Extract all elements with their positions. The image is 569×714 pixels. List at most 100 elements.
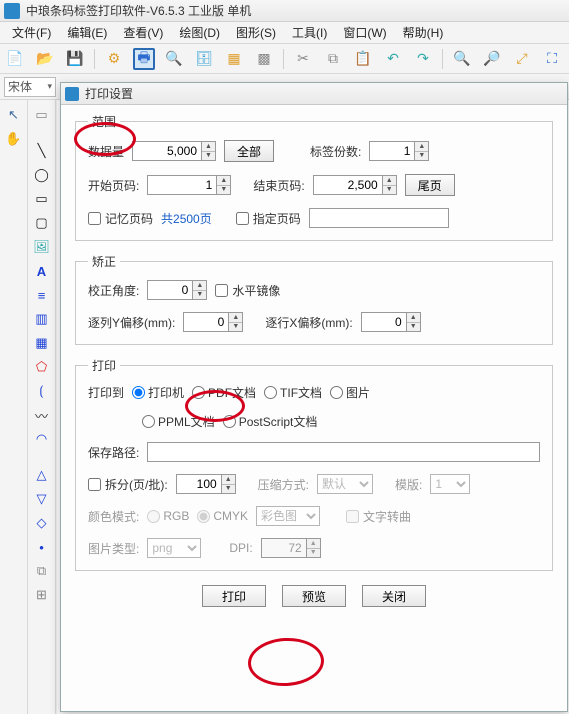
input-start-page[interactable]: ▲▼ bbox=[147, 175, 231, 195]
font-combo[interactable]: 宋体 ▾ bbox=[4, 77, 56, 97]
zoom-out-icon[interactable]: 🔎 bbox=[481, 48, 503, 70]
spin-copies[interactable]: ▲▼ bbox=[415, 141, 429, 161]
copy-icon[interactable]: ⧉ bbox=[322, 48, 344, 70]
radio-ppml-box[interactable] bbox=[142, 415, 155, 428]
zoom-fit-icon[interactable]: ⤢ bbox=[511, 48, 533, 70]
hand-icon[interactable]: ✋ bbox=[3, 128, 25, 150]
image-icon[interactable]: 🖼 bbox=[31, 236, 53, 258]
triangle-up-icon[interactable]: △ bbox=[31, 464, 53, 486]
cut-icon[interactable]: ✂ bbox=[292, 48, 314, 70]
diamond-icon[interactable]: ◇ bbox=[31, 512, 53, 534]
radio-tif-box[interactable] bbox=[264, 386, 277, 399]
chk-remember-page-box[interactable] bbox=[88, 212, 101, 225]
input-split[interactable]: ▲▼ bbox=[176, 474, 236, 494]
triangle-down-icon[interactable]: ▽ bbox=[31, 488, 53, 510]
save-icon[interactable]: 💾 bbox=[64, 48, 86, 70]
chk-assign-page-box[interactable] bbox=[236, 212, 249, 225]
spin-angle[interactable]: ▲▼ bbox=[193, 280, 207, 300]
radio-img[interactable]: 图片 bbox=[330, 384, 370, 401]
button-print[interactable]: 打印 bbox=[202, 585, 266, 607]
page-frame-icon[interactable]: ▭ bbox=[31, 104, 53, 126]
spin-end[interactable]: ▲▼ bbox=[383, 175, 397, 195]
input-end-page-field[interactable] bbox=[313, 175, 383, 195]
redo-icon[interactable]: ↷ bbox=[412, 48, 434, 70]
line-icon[interactable]: ╲ bbox=[31, 140, 53, 162]
input-end-page[interactable]: ▲▼ bbox=[313, 175, 397, 195]
menu-window[interactable]: 窗口(W) bbox=[335, 22, 394, 43]
input-rowoff-field[interactable] bbox=[361, 312, 407, 332]
chk-hflip-box[interactable] bbox=[215, 284, 228, 297]
radio-tif[interactable]: TIF文档 bbox=[264, 384, 322, 401]
input-angle[interactable]: ▲▼ bbox=[147, 280, 207, 300]
menu-shape[interactable]: 图形(S) bbox=[228, 22, 284, 43]
lock-icon[interactable]: ⊞ bbox=[31, 584, 53, 606]
dialog-titlebar[interactable]: 打印设置 bbox=[61, 83, 567, 105]
ellipse-icon[interactable]: ◯ bbox=[31, 164, 53, 186]
radio-printer[interactable]: 打印机 bbox=[132, 384, 184, 401]
spin-coloff[interactable]: ▲▼ bbox=[229, 312, 243, 332]
button-all[interactable]: 全部 bbox=[224, 140, 274, 162]
rect-icon[interactable]: ▭ bbox=[31, 188, 53, 210]
input-copies[interactable]: ▲▼ bbox=[369, 141, 429, 161]
pointer-icon[interactable]: ↖ bbox=[3, 104, 25, 126]
bracket-icon[interactable]: ⟮ bbox=[31, 380, 53, 402]
input-rowoff[interactable]: ▲▼ bbox=[361, 312, 421, 332]
undo-icon[interactable]: ↶ bbox=[382, 48, 404, 70]
print-icon[interactable]: 🖶 bbox=[133, 48, 155, 70]
batch-icon[interactable]: ▦ bbox=[223, 48, 245, 70]
curve-icon[interactable]: 〰 bbox=[31, 404, 53, 426]
menu-file[interactable]: 文件(F) bbox=[4, 22, 59, 43]
input-coloff-field[interactable] bbox=[183, 312, 229, 332]
qrcode-icon[interactable]: ▦ bbox=[31, 332, 53, 354]
preview-icon[interactable]: 🔍 bbox=[163, 48, 185, 70]
input-copies-field[interactable] bbox=[369, 141, 415, 161]
button-tail[interactable]: 尾页 bbox=[405, 174, 455, 196]
input-start-page-field[interactable] bbox=[147, 175, 217, 195]
polygon-icon[interactable]: ⬠ bbox=[31, 356, 53, 378]
input-assign-page[interactable] bbox=[309, 208, 449, 228]
radio-img-box[interactable] bbox=[330, 386, 343, 399]
radio-ps[interactable]: PostScript文档 bbox=[223, 413, 318, 430]
spin-split[interactable]: ▲▼ bbox=[222, 474, 236, 494]
group-icon[interactable]: ⧉ bbox=[31, 560, 53, 582]
new-icon[interactable]: 📄 bbox=[4, 48, 26, 70]
menu-help[interactable]: 帮助(H) bbox=[395, 22, 452, 43]
round-rect-icon[interactable]: ▢ bbox=[31, 212, 53, 234]
input-coloff[interactable]: ▲▼ bbox=[183, 312, 243, 332]
chk-split[interactable]: 拆分(页/批): bbox=[88, 476, 168, 493]
open-icon[interactable]: 📂 bbox=[34, 48, 56, 70]
paste-icon[interactable]: 📋 bbox=[352, 48, 374, 70]
text-a-icon[interactable]: A bbox=[31, 260, 53, 282]
spin-data-qty[interactable]: ▲▼ bbox=[202, 141, 216, 161]
radio-ppml[interactable]: PPML文档 bbox=[142, 413, 215, 430]
radio-pdf[interactable]: PDF文档 bbox=[192, 384, 256, 401]
database-icon[interactable]: 🗄 bbox=[193, 48, 215, 70]
chk-assign-page[interactable]: 指定页码 bbox=[236, 210, 301, 227]
chk-hflip[interactable]: 水平镜像 bbox=[215, 282, 280, 299]
radio-ps-box[interactable] bbox=[223, 415, 236, 428]
paragraph-icon[interactable]: ≡ bbox=[31, 284, 53, 306]
menu-view[interactable]: 查看(V) bbox=[115, 22, 171, 43]
gear-icon[interactable]: ⚙ bbox=[103, 48, 125, 70]
radio-printer-box[interactable] bbox=[132, 386, 145, 399]
zoom-all-icon[interactable]: ⛶ bbox=[541, 48, 563, 70]
chk-split-box[interactable] bbox=[88, 478, 101, 491]
spin-rowoff[interactable]: ▲▼ bbox=[407, 312, 421, 332]
menu-draw[interactable]: 绘图(D) bbox=[171, 22, 228, 43]
barcode-icon[interactable]: ▥ bbox=[31, 308, 53, 330]
zoom-in-icon[interactable]: 🔍 bbox=[451, 48, 473, 70]
spin-start[interactable]: ▲▼ bbox=[217, 175, 231, 195]
input-data-qty-field[interactable] bbox=[132, 141, 202, 161]
menu-edit[interactable]: 编辑(E) bbox=[59, 22, 115, 43]
input-data-qty[interactable]: ▲▼ bbox=[132, 141, 216, 161]
dot-icon[interactable]: • bbox=[31, 536, 53, 558]
input-angle-field[interactable] bbox=[147, 280, 193, 300]
input-save-path[interactable] bbox=[147, 442, 540, 462]
button-preview[interactable]: 预览 bbox=[282, 585, 346, 607]
chk-remember-page[interactable]: 记忆页码 bbox=[88, 210, 153, 227]
button-close[interactable]: 关闭 bbox=[362, 585, 426, 607]
input-split-field[interactable] bbox=[176, 474, 222, 494]
arc-icon[interactable]: ◠ bbox=[31, 428, 53, 450]
grid-icon[interactable]: ▩ bbox=[253, 48, 275, 70]
menu-tools[interactable]: 工具(I) bbox=[284, 22, 335, 43]
